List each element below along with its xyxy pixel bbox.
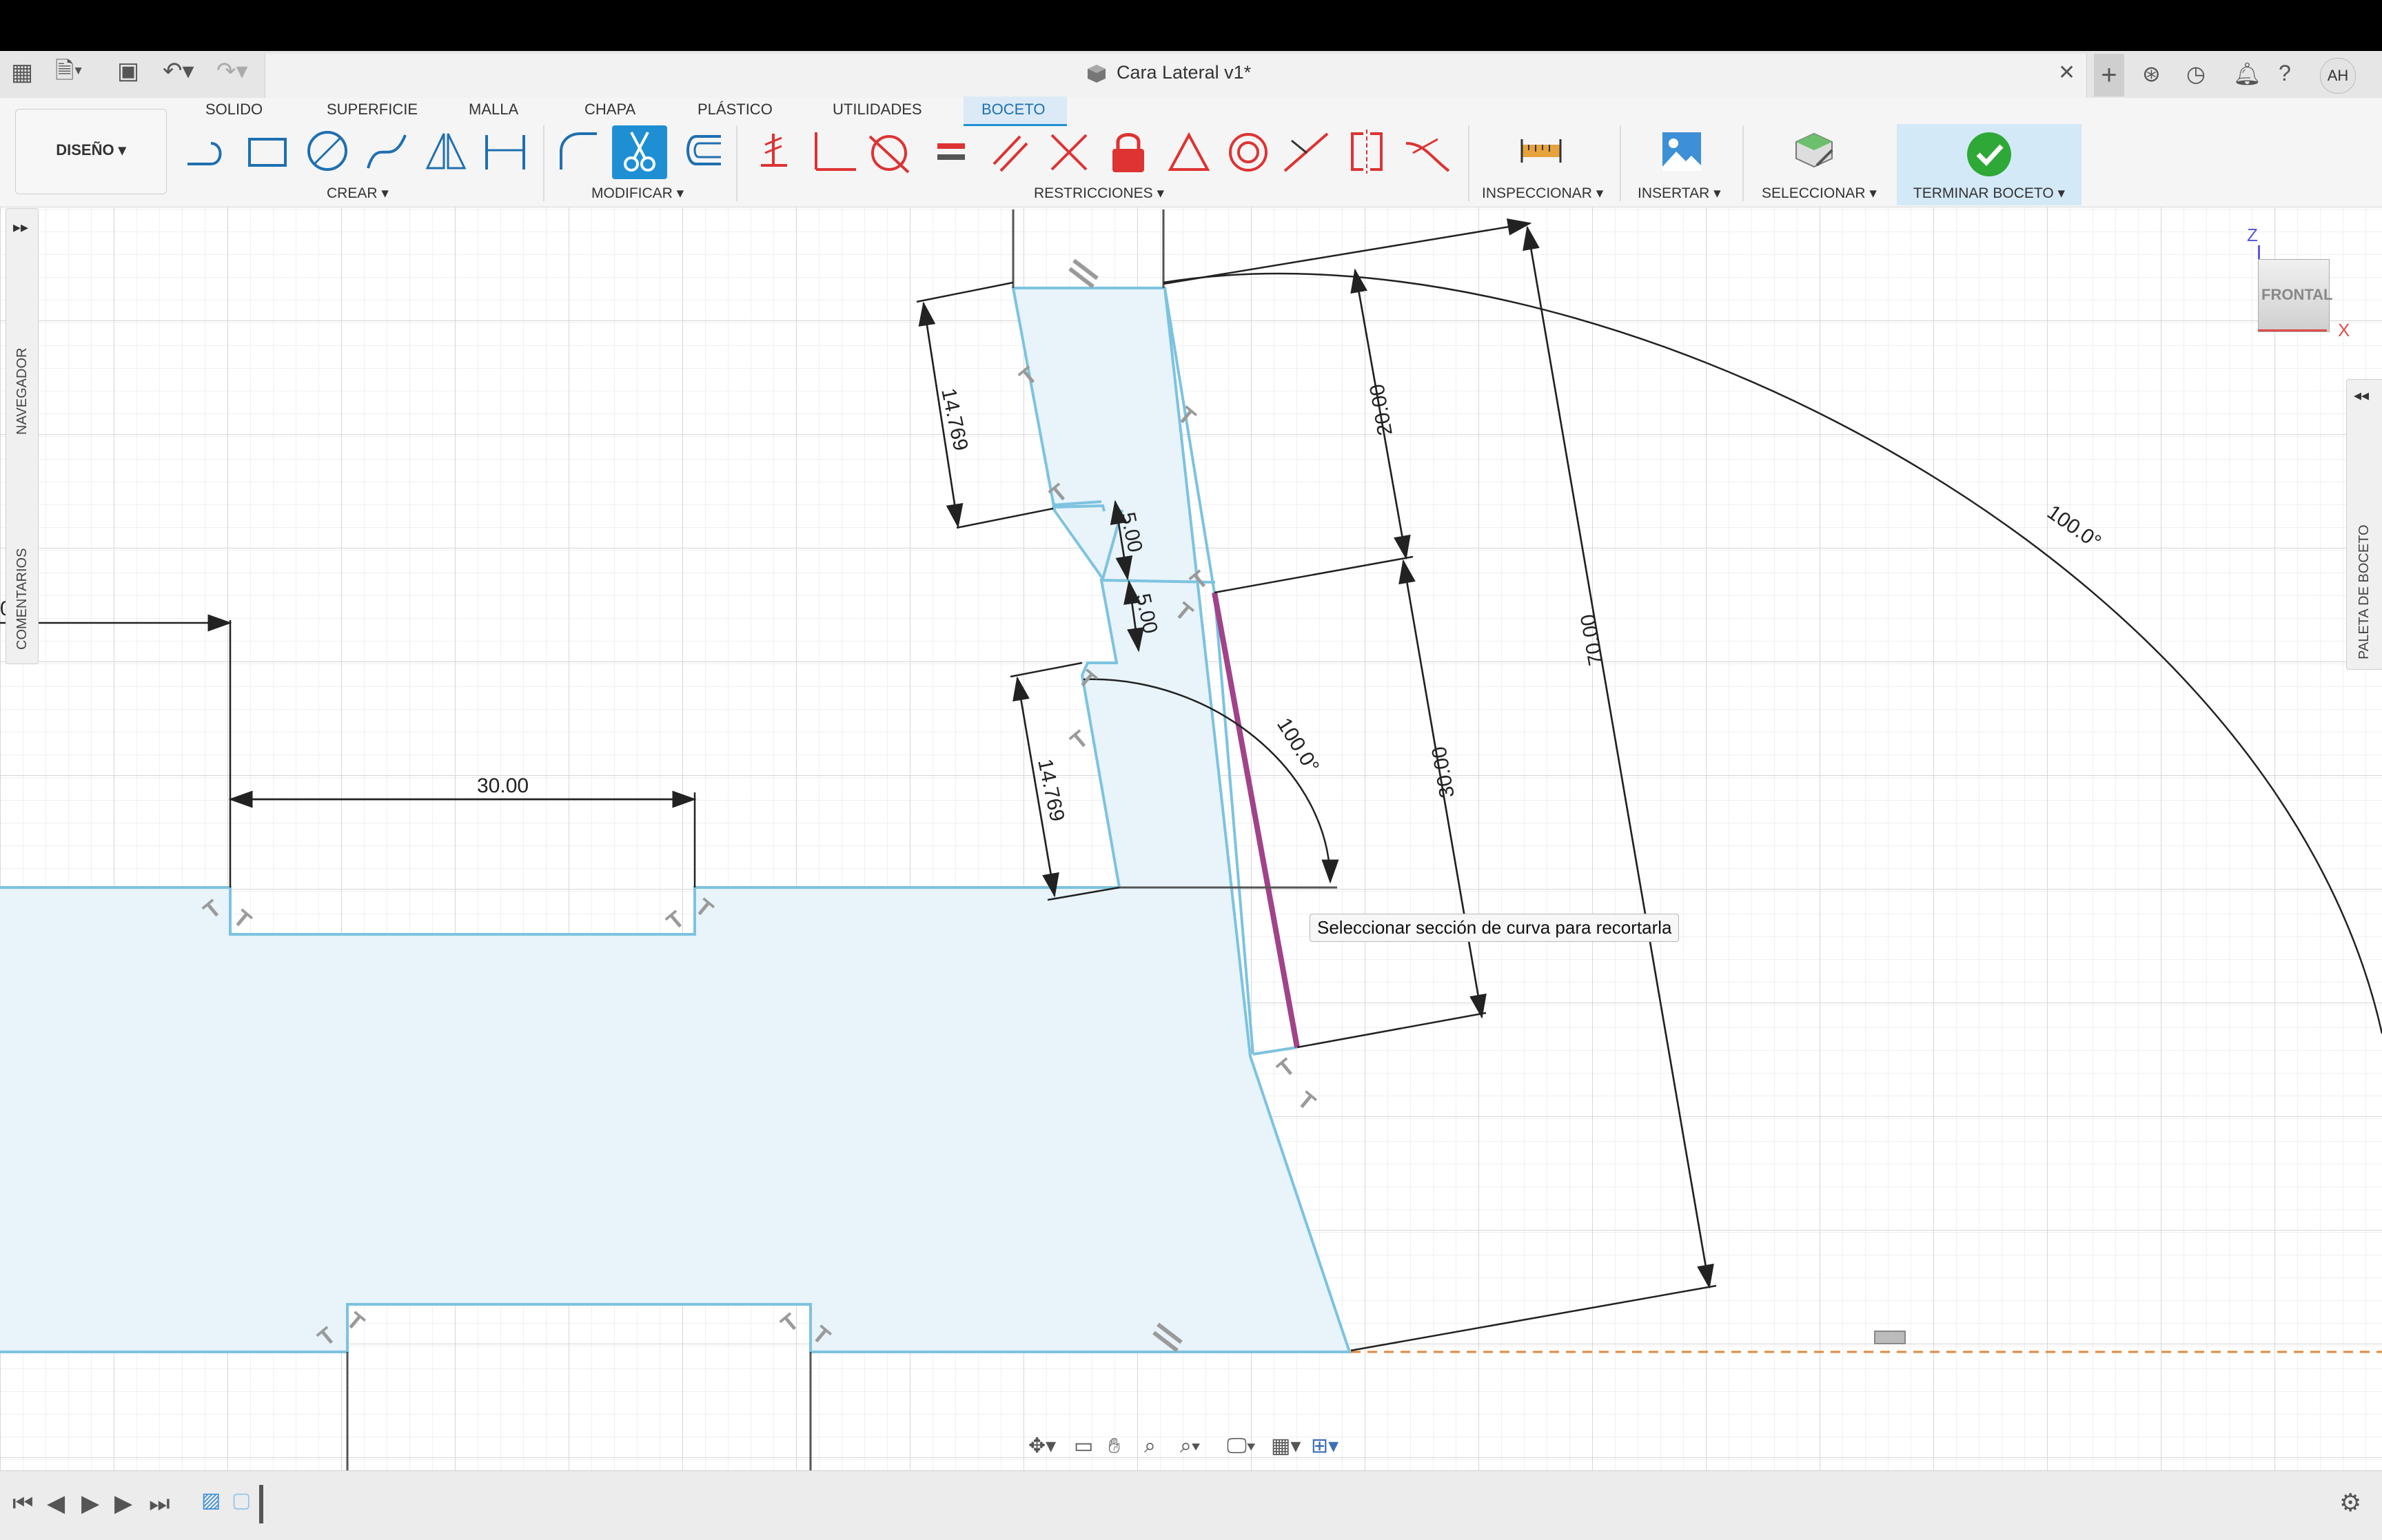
tab-superficie[interactable]: SUPERFICIE xyxy=(327,101,418,119)
tab-boceto[interactable]: BOCETO xyxy=(981,101,1046,119)
sketch-palette-tab[interactable]: PALETA DE BOCETO xyxy=(2356,524,2372,659)
spline-tool-icon[interactable] xyxy=(364,128,409,174)
symmetry-constraint-icon[interactable] xyxy=(1344,128,1390,176)
left-side-panel: ▸▸ NAVEGADOR COMENTARIOS xyxy=(6,208,39,664)
group-restricciones[interactable]: RESTRICCIONES ▾ xyxy=(1034,185,1164,202)
document-title: Cara Lateral v1* xyxy=(1117,62,1252,83)
group-seleccionar[interactable]: SELECCIONAR ▾ xyxy=(1762,185,1877,202)
comments-tab[interactable]: COMENTARIOS xyxy=(14,548,30,650)
tab-chapa[interactable]: CHAPA xyxy=(584,101,635,119)
timeline-feature-icon[interactable]: ▢ xyxy=(232,1490,251,1511)
curvature-constraint-icon[interactable] xyxy=(1403,130,1452,175)
divider xyxy=(736,125,737,201)
tab-plastico[interactable]: PLÁSTICO xyxy=(698,101,773,119)
document-cube-icon xyxy=(1086,63,1107,84)
tab-malla[interactable]: MALLA xyxy=(469,101,518,119)
tab-utilidades[interactable]: UTILIDADES xyxy=(833,101,922,119)
play-icon[interactable]: ▶︎ xyxy=(81,1492,99,1515)
divider xyxy=(543,125,544,201)
workspace-label: DISEÑO xyxy=(56,141,114,158)
pan-icon[interactable]: ✋︎ xyxy=(1108,1436,1120,1457)
dimension-tool-icon[interactable] xyxy=(482,130,528,175)
concentric-constraint-icon[interactable] xyxy=(1225,130,1271,175)
horizontal-constraint-icon xyxy=(1874,1331,1906,1344)
fit-icon[interactable]: ⌕▾ xyxy=(1180,1436,1200,1457)
offset-tool-icon[interactable] xyxy=(675,130,725,175)
collapse-panel-icon[interactable]: ◂◂ xyxy=(2354,387,2369,404)
notifications-icon[interactable]: 🔔︎ xyxy=(2233,61,2261,87)
tab-solido[interactable]: SOLIDO xyxy=(205,101,263,119)
equal-constraint-icon[interactable] xyxy=(935,138,969,165)
group-crear[interactable]: CREAR ▾ xyxy=(327,185,389,202)
sketch-palette-panel: ◂◂ PALETA DE BOCETO xyxy=(2346,379,2382,670)
orbit-icon[interactable]: ✥▾ xyxy=(1028,1436,1056,1457)
dim-30-label[interactable]: 30.00 xyxy=(477,774,529,797)
axis-x-line xyxy=(2258,329,2327,331)
go-to-end-icon[interactable]: ⏭︎ xyxy=(149,1492,170,1515)
timeline-bar: ⏮︎ ◀︎ ▶︎ ▶︎ ⏭︎ ▨ ▢ ⚙︎ xyxy=(0,1470,2382,1540)
finish-sketch-button[interactable]: TERMINAR BOCETO ▾ xyxy=(1897,124,2081,205)
checkmark-icon xyxy=(1967,132,2011,176)
file-icon[interactable]: 🗎▾ xyxy=(55,59,83,83)
select-icon[interactable] xyxy=(1792,128,1838,174)
midpoint-constraint-icon[interactable] xyxy=(1282,130,1330,175)
step-forward-icon[interactable]: ▶︎ xyxy=(114,1492,132,1515)
coincident-constraint-icon[interactable] xyxy=(1046,130,1092,175)
new-tab-icon[interactable]: + xyxy=(2094,54,2124,96)
axis-z-label: Z xyxy=(2247,225,2258,245)
group-inspeccionar[interactable]: INSPECCIONAR ▾ xyxy=(1482,185,1603,202)
go-to-start-icon[interactable]: ⏮︎ xyxy=(12,1492,34,1515)
axis-x-label: X xyxy=(2338,320,2350,340)
settings-gear-icon[interactable]: ⚙︎ xyxy=(2339,1490,2361,1515)
display-settings-icon[interactable]: 🖵▾ xyxy=(1227,1436,1256,1457)
viewports-icon[interactable]: ⊞▾ xyxy=(1311,1436,1338,1457)
divider xyxy=(1742,125,1744,201)
zoom-icon[interactable]: ⌕ xyxy=(1144,1436,1156,1457)
perpendicular-constraint-icon[interactable] xyxy=(811,130,859,175)
scissors-icon xyxy=(624,132,655,172)
close-tab-icon[interactable]: ✕ xyxy=(2058,61,2075,85)
finish-sketch-label: TERMINAR BOCETO xyxy=(1913,185,2054,201)
view-cube[interactable]: FRONTAL xyxy=(2258,259,2333,332)
redo-icon[interactable]: ↷▾ xyxy=(216,59,248,83)
mirror-tool-icon[interactable] xyxy=(423,128,469,174)
timeline-marker[interactable] xyxy=(259,1485,263,1523)
sketch-canvas[interactable]: 30.00 0 14.769 14.769 5.00 5.00 20.00 30… xyxy=(0,207,2382,1470)
insert-image-icon[interactable] xyxy=(1661,131,1702,172)
save-icon[interactable]: ▣ xyxy=(117,59,139,83)
lock-icon[interactable] xyxy=(1106,128,1151,176)
help-icon[interactable]: ? xyxy=(2279,61,2291,86)
tooltip: Seleccionar sección de curva para recort… xyxy=(1310,914,1680,942)
expand-panel-icon[interactable]: ▸▸ xyxy=(13,218,28,236)
divider xyxy=(1620,125,1621,201)
navigator-tab[interactable]: NAVEGADOR xyxy=(14,348,30,435)
undo-icon[interactable]: ↶▾ xyxy=(163,59,194,83)
parallel-constraint-icon[interactable] xyxy=(990,130,1031,175)
rectangle-tool-icon[interactable] xyxy=(245,130,291,175)
step-back-icon[interactable]: ◀︎ xyxy=(47,1492,65,1515)
group-modificar[interactable]: MODIFICAR ▾ xyxy=(591,185,684,202)
divider xyxy=(1468,125,1469,201)
triangle-constraint-icon[interactable] xyxy=(1166,130,1212,175)
navigation-bar: ✥▾ ▭ ✋︎ ⌕ ⌕▾ 🖵▾ ▦▾ ⊞▾ xyxy=(1021,1432,1352,1465)
view-cube-face: FRONTAL xyxy=(2261,286,2333,303)
user-avatar[interactable]: AH xyxy=(2320,58,2356,94)
timeline-sketch-icon[interactable]: ▨ xyxy=(201,1490,221,1511)
workspace-switcher[interactable]: DISEÑO ▾ xyxy=(15,109,167,194)
top-bar xyxy=(0,0,2382,51)
job-status-icon[interactable]: ◷ xyxy=(2186,61,2206,87)
circle-tool-icon[interactable] xyxy=(305,128,350,174)
measure-icon[interactable] xyxy=(1520,135,1562,165)
line-tool-icon[interactable] xyxy=(183,130,229,175)
extensions-icon[interactable]: ⊛ xyxy=(2142,61,2161,87)
tangent-constraint-icon[interactable] xyxy=(867,130,915,175)
trim-tool-button[interactable] xyxy=(612,125,667,179)
look-at-icon[interactable]: ▭ xyxy=(1074,1436,1093,1457)
group-insertar[interactable]: INSERTAR ▾ xyxy=(1638,185,1721,202)
grid-settings-icon[interactable]: ▦▾ xyxy=(1271,1436,1301,1457)
fillet-tool-icon[interactable] xyxy=(556,128,601,174)
fix-constraint-icon[interactable] xyxy=(755,131,793,176)
grid-menu-icon[interactable]: ▦ xyxy=(11,61,33,84)
